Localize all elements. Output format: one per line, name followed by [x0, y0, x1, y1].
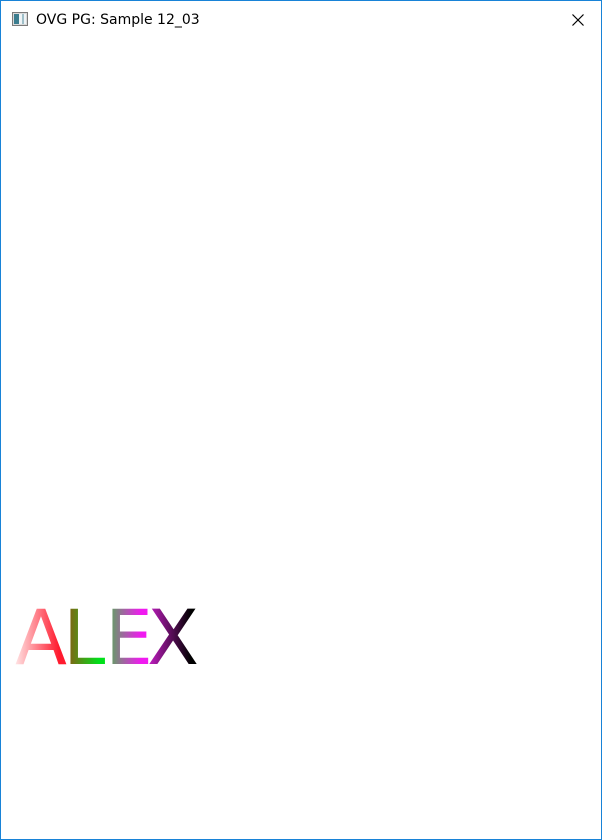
letter-l: L [63, 593, 105, 682]
close-icon [572, 13, 584, 26]
title-bar[interactable]: OVG PG: Sample 12_03 [1, 1, 601, 38]
render-canvas: ALEX [1, 38, 601, 839]
app-window-icon[interactable] [12, 11, 28, 27]
letter-x: X [147, 593, 199, 682]
alex-text: AL EX [15, 593, 199, 682]
app-window: OVG PG: Sample 12_03 ALEX [0, 0, 602, 840]
canvas-surface: AL EX [15, 593, 199, 682]
close-button[interactable] [555, 1, 601, 38]
window-title: OVG PG: Sample 12_03 [36, 12, 200, 28]
letter-a: A [15, 593, 67, 682]
letter-e: E [105, 593, 153, 682]
